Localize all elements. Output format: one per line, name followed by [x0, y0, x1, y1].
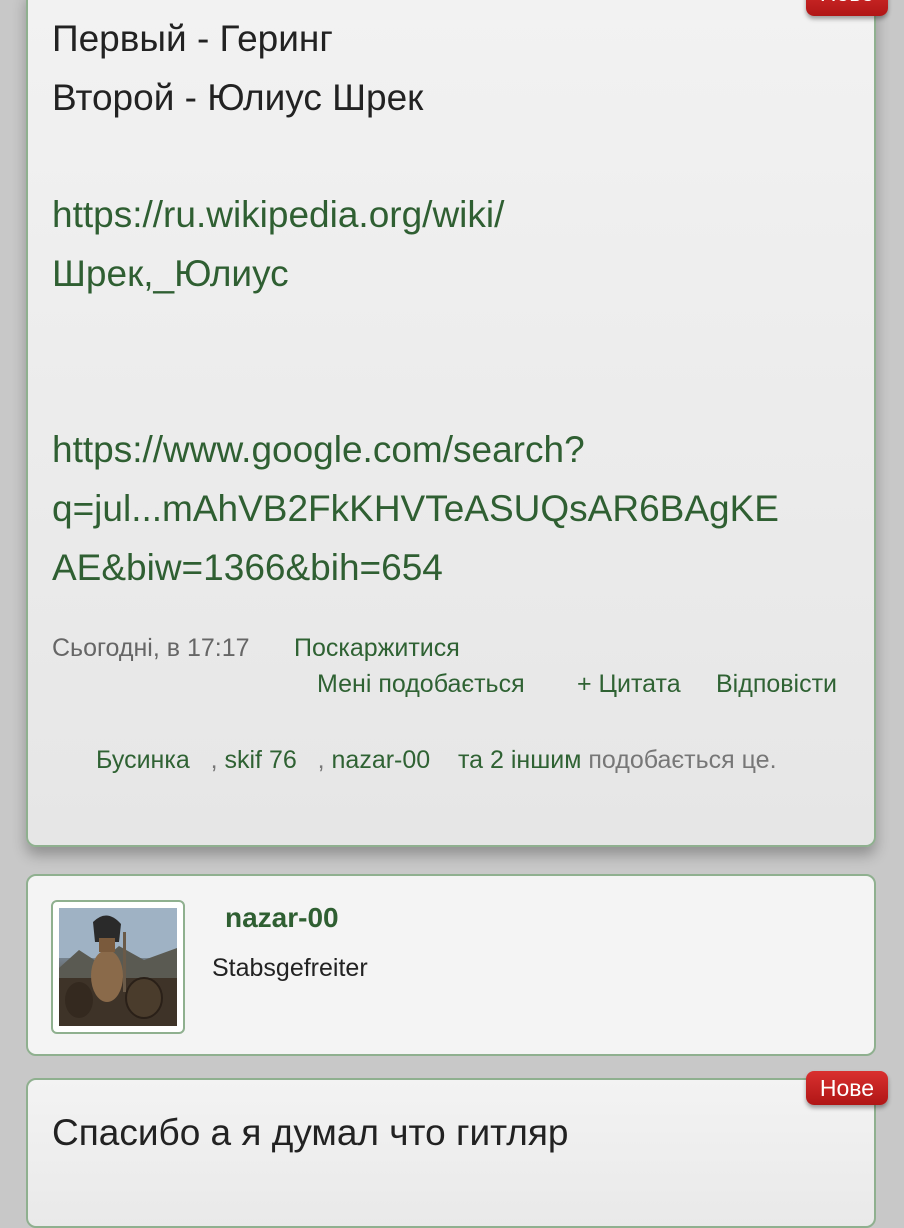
post-text-line: Второй - Юлиус Шрек [52, 77, 424, 118]
username[interactable]: nazar-00 [225, 902, 339, 934]
post-card: Нове Первый - Геринг Второй - Юлиус Шрек… [26, 0, 888, 847]
report-link[interactable]: Поскаржитися [294, 634, 460, 663]
liker-link[interactable]: nazar-00 [332, 746, 431, 774]
avatar-image [59, 908, 177, 1026]
quote-button[interactable]: + Цитата [577, 670, 681, 699]
user-card: nazar-00 Stabsgefreiter [26, 874, 876, 1056]
post-text-line: Первый - Геринг [52, 18, 333, 59]
separator: , [210, 746, 225, 774]
reply-button[interactable]: Відповісти [716, 670, 837, 699]
likes-suffix: подобається це. [588, 746, 777, 774]
others-likers-link[interactable]: та 2 іншим [458, 746, 581, 774]
google-link[interactable]: https://www.google.com/search? [52, 421, 585, 479]
wikipedia-link-continued[interactable]: Шрек,_Юлиус [52, 245, 289, 303]
liker-link[interactable]: Бусинка [96, 746, 190, 774]
liker-link[interactable]: skif 76 [225, 746, 297, 774]
new-badge: Нове [805, 1071, 888, 1105]
post-text-line: Спасибо а я думал что гитляр [52, 1112, 569, 1153]
post-timestamp: Сьогодні, в 17:17 [52, 634, 250, 662]
google-link-end[interactable]: AE&biw=1366&bih=654 [52, 539, 443, 597]
like-button[interactable]: Мені подобається [317, 670, 525, 699]
likes-summary: Бусинка , skif 76 , nazar-00 та 2 іншим … [96, 742, 836, 778]
new-badge: Нове [805, 0, 888, 16]
separator: , [317, 746, 332, 774]
user-rank: Stabsgefreiter [212, 954, 368, 982]
google-link-continued[interactable]: q=jul...mAhVB2FkKHVTeASUQsAR6BAgKE [52, 480, 779, 538]
post-card: Нове Спасибо а я думал что гитляр [26, 1071, 888, 1228]
wikipedia-link[interactable]: https://ru.wikipedia.org/wiki/ [52, 186, 504, 244]
avatar[interactable] [51, 900, 185, 1034]
